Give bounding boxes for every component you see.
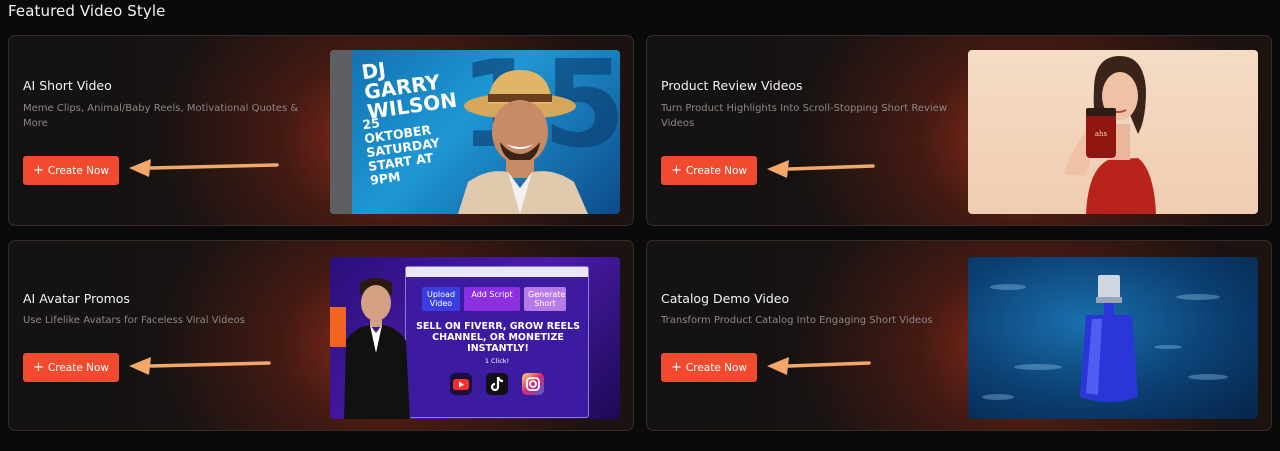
model-with-product-image: ahs bbox=[1064, 56, 1156, 214]
arrow-pointer-icon bbox=[129, 357, 271, 375]
thumbnail-avatar-promo[interactable]: Upload Video Add Script Generate Short S… bbox=[330, 257, 620, 419]
create-now-button[interactable]: + Create Now bbox=[661, 156, 757, 185]
video-style-card-product-review[interactable]: Product Review Videos Turn Product Highl… bbox=[646, 35, 1272, 226]
thumbnail-dj-poster[interactable]: 15 DJ GARRY WILSON 25 OKTOBER SATURDAY S… bbox=[330, 50, 620, 214]
promo-headline: SELL ON FIVERR, GROW REELS CHANNEL, OR M… bbox=[416, 321, 580, 354]
create-now-label: Create Now bbox=[47, 164, 109, 177]
plus-icon: + bbox=[671, 360, 682, 375]
card-title: AI Avatar Promos bbox=[23, 291, 130, 306]
section-title: Featured Video Style bbox=[8, 2, 166, 20]
youtube-icon bbox=[450, 373, 472, 395]
plus-icon: + bbox=[671, 163, 682, 178]
create-now-label: Create Now bbox=[685, 164, 747, 177]
step-generate: Generate Short bbox=[524, 287, 566, 311]
create-now-label: Create Now bbox=[47, 361, 109, 374]
perfume-bottle-image bbox=[982, 275, 1228, 402]
arrow-pointer-icon bbox=[767, 357, 871, 375]
card-title: Catalog Demo Video bbox=[661, 291, 790, 306]
card-title: AI Short Video bbox=[23, 78, 112, 93]
dj-portrait-image bbox=[458, 70, 588, 214]
step-add-script: Add Script bbox=[464, 287, 520, 311]
workflow-steps: Upload Video Add Script Generate Short bbox=[422, 287, 566, 311]
card-title: Product Review Videos bbox=[661, 78, 803, 93]
arrow-pointer-icon bbox=[129, 159, 279, 177]
card-description: Use Lifelike Avatars for Faceless Viral … bbox=[23, 315, 245, 326]
poster-date-text: 25 OKTOBER SATURDAY START AT 9PM bbox=[361, 115, 441, 188]
instagram-icon bbox=[522, 373, 544, 395]
app-window-mockup: Upload Video Add Script Generate Short S… bbox=[405, 266, 589, 418]
step-upload: Upload Video bbox=[422, 287, 460, 311]
plus-icon: + bbox=[33, 360, 44, 375]
create-now-button[interactable]: + Create Now bbox=[23, 156, 119, 185]
video-style-card-ai-short-video[interactable]: AI Short Video Meme Clips, Animal/Baby R… bbox=[8, 35, 634, 226]
tiktok-icon bbox=[486, 373, 508, 395]
create-now-button[interactable]: + Create Now bbox=[23, 353, 119, 382]
thumbnail-product-review[interactable]: ahs bbox=[968, 50, 1258, 214]
product-label: ahs bbox=[1095, 130, 1108, 138]
arrow-pointer-icon bbox=[767, 160, 875, 178]
avatar-presenter-image bbox=[344, 278, 410, 419]
card-description: Meme Clips, Animal/Baby Reels, Motivatio… bbox=[23, 103, 299, 129]
video-style-card-ai-avatar[interactable]: AI Avatar Promos Use Lifelike Avatars fo… bbox=[8, 240, 634, 431]
card-description: Transform Product Catalog Into Engaging … bbox=[661, 315, 933, 326]
card-description: Turn Product Highlights Into Scroll-Stop… bbox=[661, 103, 948, 129]
plus-icon: + bbox=[33, 163, 44, 178]
window-titlebar bbox=[406, 267, 588, 277]
create-now-button[interactable]: + Create Now bbox=[661, 353, 757, 382]
promo-subtext: 1 Click! bbox=[484, 357, 510, 365]
poster-side-band bbox=[330, 50, 352, 214]
create-now-label: Create Now bbox=[685, 361, 747, 374]
video-style-card-catalog-demo[interactable]: Catalog Demo Video Transform Product Cat… bbox=[646, 240, 1272, 431]
thumbnail-catalog-demo[interactable] bbox=[968, 257, 1258, 419]
